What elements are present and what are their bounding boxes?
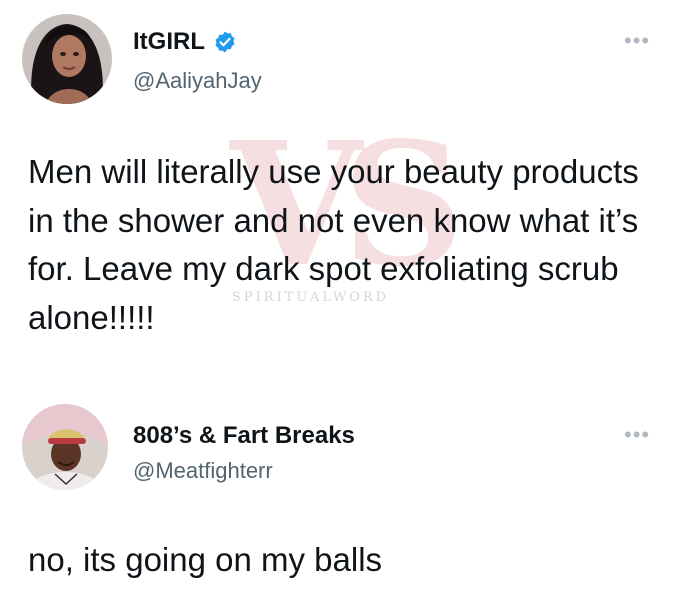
display-name[interactable]: 808’s & Fart Breaks <box>133 422 355 450</box>
handle[interactable]: @AaliyahJay <box>133 68 262 94</box>
name-row: ItGIRL <box>133 28 237 56</box>
more-options-icon[interactable]: ••• <box>624 30 650 52</box>
name-row: 808’s & Fart Breaks <box>133 422 355 450</box>
tweet-text: no, its going on my balls <box>28 541 383 578</box>
handle[interactable]: @Meatfighterr <box>133 458 273 484</box>
display-name[interactable]: ItGIRL <box>133 28 205 56</box>
avatar[interactable] <box>22 14 112 104</box>
tweet-text: Men will literally use your beauty produ… <box>28 153 639 336</box>
more-options-icon[interactable]: ••• <box>624 424 650 446</box>
avatar[interactable] <box>22 404 108 490</box>
verified-badge-icon <box>215 31 235 53</box>
tweet-1: ItGIRL @AaliyahJay ••• VS SPIRITUALWORD … <box>0 0 682 390</box>
tweet-2: 808’s & Fart Breaks @Meatfighterr ••• no… <box>0 390 682 590</box>
